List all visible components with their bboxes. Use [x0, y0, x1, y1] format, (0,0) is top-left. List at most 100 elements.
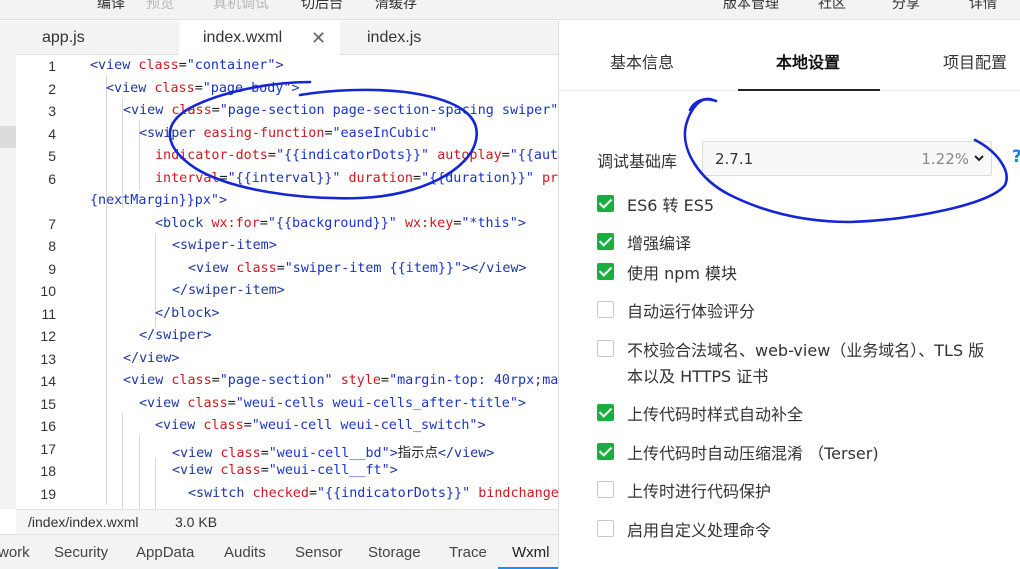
devtools-tab-appdata[interactable]: AppData	[136, 544, 194, 561]
code-line: <view class="swiper-item {{item}}"></vie…	[188, 261, 527, 276]
code-line: <view class="page-section page-section-s…	[123, 103, 558, 118]
line-number: 8	[48, 238, 56, 254]
option-label: 上传代码时样式自动补全	[627, 405, 804, 424]
toolbar-clear-cache[interactable]: 清缓存	[375, 0, 417, 13]
line-number: 18	[40, 463, 56, 479]
line-number: 4	[48, 126, 56, 142]
option-label: 上传时进行代码保护	[627, 482, 772, 501]
file-path: /index/index.wxml	[28, 514, 139, 530]
checkbox-unchecked[interactable]	[597, 481, 614, 498]
toolbar-remote-debug[interactable]: 真机调试	[213, 0, 269, 13]
code-line: <view class="weui-cell__bd">指示点</view>	[172, 446, 495, 461]
toolbar-background[interactable]: 切后台	[301, 0, 343, 13]
editor-tabs: app.js index.wxml ✕ index.js	[16, 21, 558, 56]
file-size: 3.0 KB	[175, 514, 218, 530]
code-line: </block>	[155, 306, 220, 321]
line-number: 7	[48, 216, 56, 232]
code-line: <switch checked="{{indicatorDots}}" bind…	[188, 486, 558, 501]
tab-local-settings[interactable]: 本地设置	[776, 49, 840, 73]
chevron-down-icon	[974, 155, 984, 162]
code-line: </swiper-item>	[172, 283, 285, 298]
gutter-marker	[0, 126, 16, 148]
line-number: 17	[40, 441, 56, 457]
tab-index-js[interactable]: index.js	[342, 21, 502, 55]
option-label: 上传代码时自动压缩混淆 （Terser)	[627, 444, 879, 463]
devtools-tab-wxml[interactable]: Wxml	[512, 544, 550, 561]
checkbox-checked[interactable]	[597, 233, 614, 250]
toolbar-preview[interactable]: 预览	[146, 0, 174, 13]
indent-guide	[122, 413, 123, 509]
code-line: <view class="page-section" style="margin…	[123, 373, 558, 388]
tab-label: index.js	[367, 29, 422, 46]
close-icon[interactable]: ✕	[311, 21, 326, 55]
toolbar-details[interactable]: 详情	[969, 0, 997, 13]
code-line: interval="{{interval}}" duration="{{dura…	[155, 171, 558, 186]
option-label: ES6 转 ES5	[627, 196, 715, 215]
code-line: <view class="page-body">	[106, 81, 300, 96]
toolbar-share[interactable]: 分享	[892, 0, 920, 13]
devtools-tab-trace[interactable]: Trace	[449, 544, 487, 561]
line-number: 16	[40, 418, 56, 434]
code-area[interactable]: 1 2 3 4 5 6 7 8 9 10 11 12 13 14 15 16 1…	[16, 55, 558, 509]
code-line: </view>	[123, 351, 180, 366]
option-label: 增强编译	[627, 234, 692, 253]
devtools-tab-sensor[interactable]: Sensor	[295, 544, 343, 561]
code-line: <swiper-item>	[172, 238, 277, 253]
line-number: 6	[48, 171, 56, 187]
tab-app-js[interactable]: app.js	[16, 21, 176, 55]
settings-panel: 基本信息 本地设置 项目配置 调试基础库 2.7.1 1.22% ? ES6 转…	[558, 21, 1020, 569]
line-number: 10	[40, 283, 56, 299]
line-number: 13	[40, 351, 56, 367]
base-lib-percent: 1.22%	[921, 150, 969, 168]
top-toolbar: 编译 预览 真机调试 切后台 清缓存 版本管理 社区 分享 详情	[0, 0, 1020, 20]
activity-gutter	[0, 21, 16, 509]
line-number: 19	[40, 486, 56, 502]
code-line: <block wx:for="{{background}}" wx:key="*…	[155, 216, 526, 231]
line-number: 3	[48, 103, 56, 119]
devtools-tabs: work Security AppData Audits Sensor Stor…	[0, 534, 558, 569]
tab-index-wxml[interactable]: index.wxml ✕	[179, 21, 340, 56]
line-number: 11	[41, 306, 56, 322]
active-tab-indicator	[738, 89, 880, 91]
indent-guide	[155, 458, 156, 509]
indent-guide	[139, 435, 140, 509]
base-lib-select[interactable]: 2.7.1 1.22%	[702, 141, 992, 176]
checkbox-checked[interactable]	[597, 195, 614, 212]
checkbox-unchecked[interactable]	[597, 520, 614, 537]
line-number: 15	[40, 396, 56, 412]
code-line: <view class="weui-cell__ft">	[172, 463, 398, 478]
devtools-tab-network[interactable]: work	[0, 544, 30, 561]
devtools-tab-storage[interactable]: Storage	[368, 544, 421, 561]
base-lib-value: 2.7.1	[715, 150, 754, 168]
code-line: <view class="weui-cells weui-cells_after…	[139, 396, 526, 411]
checkbox-unchecked[interactable]	[597, 340, 614, 357]
code-line: <view class="weui-cell weui-cell_switch"…	[155, 418, 486, 433]
checkbox-checked[interactable]	[597, 443, 614, 460]
toolbar-compile[interactable]: 编译	[97, 0, 125, 13]
tab-label: app.js	[42, 29, 85, 46]
help-icon[interactable]: ?	[1012, 147, 1020, 167]
line-number: 5	[48, 148, 56, 164]
option-label: 不校验合法域名、web-view（业务域名）、TLS 版	[627, 341, 985, 360]
tab-basic-info[interactable]: 基本信息	[610, 49, 674, 73]
line-number: 9	[48, 261, 56, 277]
toolbar-community[interactable]: 社区	[818, 0, 846, 13]
line-number: 2	[48, 81, 56, 97]
checkbox-checked[interactable]	[597, 404, 614, 421]
base-lib-label: 调试基础库	[597, 152, 678, 171]
checkbox-unchecked[interactable]	[597, 301, 614, 318]
tab-project-config[interactable]: 项目配置	[943, 49, 1007, 73]
option-label-line2: 本以及 HTTPS 证书	[627, 367, 769, 386]
line-number: 1	[48, 58, 56, 74]
devtools-tab-audits[interactable]: Audits	[224, 544, 266, 561]
devtools-tab-security[interactable]: Security	[54, 544, 108, 561]
editor-statusbar-bg: /index/index.wxml 3.0 KB	[16, 509, 558, 534]
code-line: <swiper easing-function="easeInCubic"	[139, 126, 438, 141]
toolbar-version[interactable]: 版本管理	[723, 0, 779, 13]
code-editor: app.js index.wxml ✕ index.js 1 2 3 4 5 6…	[0, 21, 558, 509]
indent-guide	[106, 75, 107, 505]
tab-label: index.wxml	[203, 29, 283, 46]
code-line: <view class="container">	[90, 58, 284, 73]
checkbox-checked[interactable]	[597, 263, 614, 280]
code-line: {nextMargin}}px">	[90, 193, 228, 208]
